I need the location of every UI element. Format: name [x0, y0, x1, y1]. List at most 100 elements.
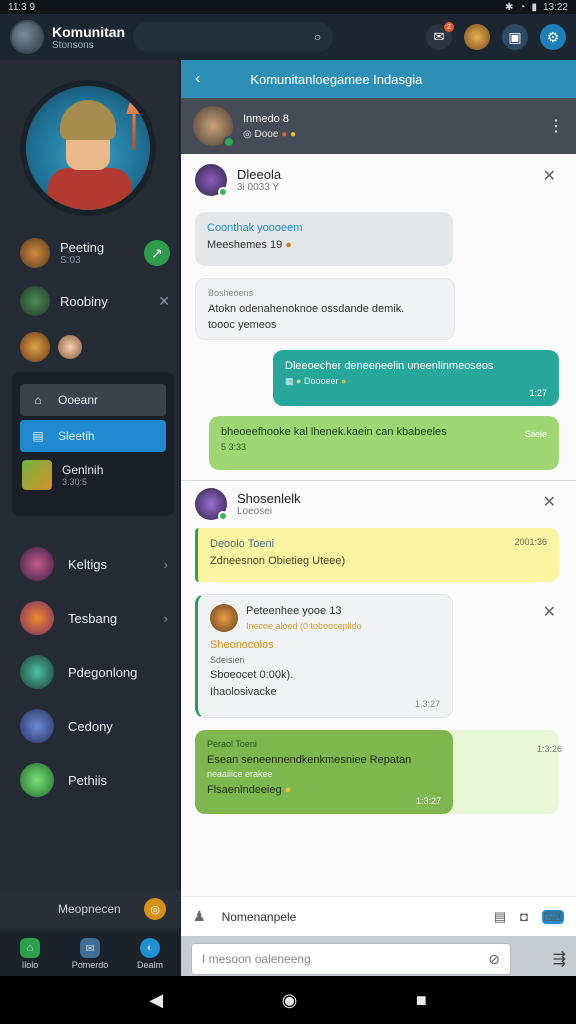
home-icon[interactable]: ◉: [282, 990, 298, 1011]
avatar[interactable]: [58, 335, 82, 359]
thread-header[interactable]: Dleeola 3i 0033 Y: [195, 164, 282, 197]
divider: [181, 480, 576, 481]
menu-item-label: Sleetih: [58, 429, 95, 443]
profile-row-1[interactable]: Peeting S:03 ↗: [20, 238, 170, 268]
message-body-2: toooc yemeos: [208, 319, 277, 331]
left-sidebar: Peeting S:03 ↗ Roobiny ✕ ⌂ Ooeanr ▤ Slee…: [0, 60, 180, 932]
message-line: neaaiiice erakee: [207, 769, 273, 779]
sidebar-item-channel[interactable]: Keltigs ›: [20, 546, 168, 582]
search-icon[interactable]: ○: [314, 30, 321, 44]
recents-icon[interactable]: ■: [416, 990, 427, 1011]
message-bubble[interactable]: Coonthak yoooeem Meeshemes 19 ●: [195, 212, 453, 266]
menu-item-label: Ooeanr: [58, 393, 99, 407]
close-icon[interactable]: ✕: [543, 602, 556, 622]
message-sender-sub: Inecoe aloed (0 tobooceplido: [246, 620, 362, 631]
app-subtitle: Stonsons: [52, 39, 94, 51]
message-body: Atokn odenahenoknoe ossdande demik.: [208, 302, 405, 315]
close-icon[interactable]: ✕: [543, 166, 556, 186]
composer-label: Nomenanpele: [221, 909, 297, 924]
user-avatar[interactable]: [464, 24, 490, 50]
attach-icon[interactable]: ⊘: [488, 951, 500, 968]
avatar[interactable]: [193, 106, 235, 148]
support-row[interactable]: Meopnecen ◎: [0, 890, 180, 928]
share-icon[interactable]: ↗: [144, 240, 170, 266]
message-bubble[interactable]: bheoeefhooke kal lhenek.kaein can kbabee…: [209, 416, 559, 470]
sidebar-item-channel[interactable]: Pdegonlong: [20, 654, 168, 690]
app-actions: ✉ 2 ▣ ⚙: [426, 22, 566, 50]
person-icon[interactable]: ♟: [193, 908, 206, 925]
message-bubble-outgoing[interactable]: Dleeoecher deneeneelin uneenlinmeoseos ▦…: [273, 350, 559, 406]
profile-row-label: Peeting: [60, 240, 105, 255]
system-nav-bar: ◀ ◉ ■: [0, 976, 576, 1024]
chat-topbar: ‹ Komunitanloegamee Indasgia: [181, 60, 576, 98]
sidebar-item-channel[interactable]: Cedony: [20, 708, 168, 744]
menu-item-active[interactable]: ▤ Sleetih: [20, 420, 166, 452]
message-sender: Peteenhee yooe: [246, 605, 327, 617]
support-label: Meopnecen: [58, 902, 121, 916]
message-title: Sheonocolos: [210, 639, 274, 651]
channel-avatar: [20, 763, 54, 797]
thread-sub: 3i 0033 Y: [237, 182, 280, 193]
tab-home[interactable]: ⌂ Ilolo: [0, 932, 60, 976]
coin-icon[interactable]: ◎: [144, 898, 166, 920]
menu-item-home[interactable]: ⌂ Ooeanr: [20, 384, 166, 416]
close-icon[interactable]: ✕: [158, 293, 170, 310]
emoji-icon: ●: [281, 128, 288, 140]
sidebar-item-channel[interactable]: Pethiis: [20, 762, 168, 798]
message-line: Ihaolosivacke: [210, 685, 277, 698]
settings-icon[interactable]: ⚙: [540, 24, 566, 50]
tab-messages[interactable]: ✉ Pomerdo: [60, 932, 120, 976]
back-arrow-icon[interactable]: ‹: [195, 70, 200, 88]
profile-row-label: Roobiny: [60, 293, 108, 309]
search-bar[interactable]: ○: [133, 22, 334, 52]
chevron-right-icon: ›: [163, 556, 168, 572]
app-bar: Komunitan Stonsons ○ ✉ 2 ▣ ⚙: [0, 14, 576, 60]
message-bubble[interactable]: Peteenhee yooe 13 Inecoe aloed (0 tobooc…: [195, 594, 453, 718]
message-time: 1:27: [529, 387, 547, 398]
avatar: [195, 488, 228, 521]
tab-label: Dealm: [136, 960, 163, 970]
message-body: Dleeoecher deneeneelin uneenlinmeoseos: [285, 360, 494, 372]
app-logo[interactable]: [10, 20, 44, 54]
menu-item-sub: 3.30:5: [62, 477, 88, 487]
camera-icon[interactable]: ◘: [520, 909, 528, 924]
profile-hero-avatar[interactable]: [20, 80, 156, 216]
channel-label: Tesbang: [68, 610, 118, 626]
message-title: Coonthak yoooeem: [207, 222, 303, 234]
tab-discover[interactable]: ◐ Dealm: [120, 932, 180, 976]
thread-sub: Loeosei: [237, 506, 273, 517]
message-bubble-quote[interactable]: Deoolo Toeni Zdneesnon Obietieg Uteee) 2…: [195, 528, 559, 582]
notifications-icon[interactable]: ✉ 2: [426, 22, 454, 50]
keyboard-icon[interactable]: ⌨: [542, 909, 564, 924]
message-title: Deoolo Toeni: [210, 538, 275, 550]
device-icon[interactable]: ▣: [502, 24, 528, 50]
message-input[interactable]: I mesoon oaleneeng ⊘: [191, 943, 511, 975]
channel-label: Pethiis: [68, 772, 108, 788]
avatar[interactable]: [20, 332, 50, 362]
message-bubble[interactable]: Bosheoens Atokn odenahenoknoe ossdande d…: [195, 278, 455, 340]
document-icon[interactable]: ▤: [494, 909, 506, 925]
back-icon[interactable]: ◀: [149, 990, 163, 1011]
compass-icon: ◐: [140, 938, 160, 958]
message-bubble[interactable]: Peraol Toeni Esean seneennendkenkmesniee…: [195, 730, 453, 814]
chat-header: Inmedo 8 ◎ Dooe ● ● ⋮: [181, 98, 576, 154]
send-icon[interactable]: ⇶: [553, 949, 566, 969]
game-icon: [22, 460, 52, 490]
sidebar-menu: ⌂ Ooeanr ▤ Sleetih Genlnih 3.30:5: [12, 372, 174, 516]
thread-name: Dleeola: [237, 167, 282, 182]
profile-row-sub: S:03: [60, 255, 81, 266]
status-time-right: 13:22: [542, 1, 568, 13]
briefcase-icon: ▤: [32, 429, 44, 443]
message-line: Sboeocet 0:00k).: [210, 669, 294, 681]
menu-item-general[interactable]: Genlnih 3.30:5: [20, 460, 166, 490]
chat-panel: ‹ Komunitanloegamee Indasgia Inmedo 8 ◎ …: [181, 60, 576, 982]
message-body: Zdneesnon Obietieg Uteee): [210, 554, 346, 567]
close-icon[interactable]: ✕: [543, 492, 556, 512]
more-vert-icon[interactable]: ⋮: [548, 116, 564, 136]
channel-label: Keltigs: [68, 556, 108, 572]
profile-row-2[interactable]: Roobiny ✕: [20, 286, 170, 316]
sidebar-item-channel[interactable]: Tesbang ›: [20, 600, 168, 636]
app-title-block: Komunitan Stonsons: [52, 24, 125, 51]
avatar: [20, 286, 50, 316]
thread-header[interactable]: Shosenlelk Loeosei: [195, 488, 301, 521]
